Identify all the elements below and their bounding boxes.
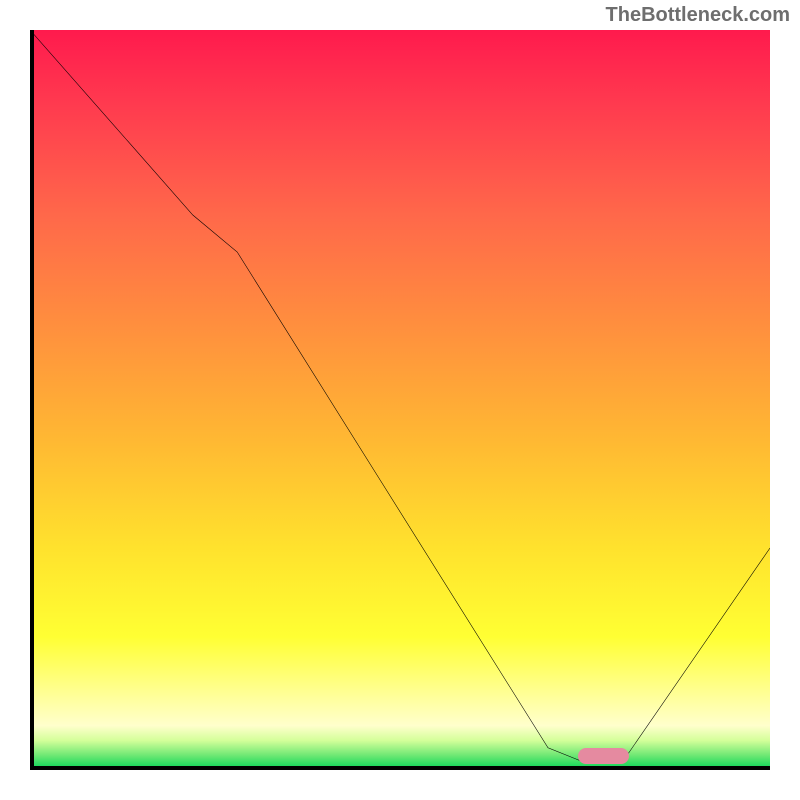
chart-root: TheBottleneck.com xyxy=(0,0,800,800)
plot-inner xyxy=(30,30,770,770)
optimal-marker xyxy=(578,748,630,764)
attribution-text: TheBottleneck.com xyxy=(606,4,790,27)
plot-area xyxy=(30,30,770,770)
gradient-background xyxy=(30,30,770,770)
